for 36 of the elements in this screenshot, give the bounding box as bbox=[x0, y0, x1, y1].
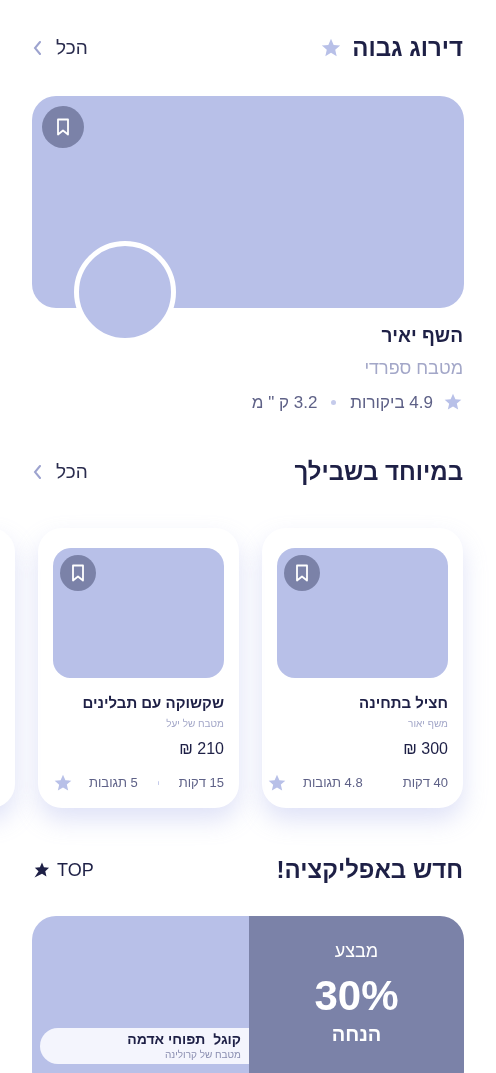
top-label: TOP bbox=[33, 856, 94, 884]
section-title: דירוג גבוה bbox=[352, 33, 463, 63]
chevron-left-icon bbox=[33, 465, 42, 479]
chef-label: מטבח של יעל bbox=[165, 717, 224, 731]
section-title: חדש באפליקציה! bbox=[276, 855, 463, 885]
section-title: במיוחד בשבילך bbox=[294, 457, 463, 487]
time-text: 15 דקות bbox=[178, 774, 224, 793]
dot-separator bbox=[331, 399, 337, 405]
star-icon bbox=[320, 37, 343, 59]
star-icon bbox=[267, 773, 287, 793]
star-icon bbox=[33, 861, 51, 879]
see-all-link[interactable]: הכל bbox=[33, 33, 88, 63]
discount-caption: הנחה bbox=[331, 1022, 382, 1047]
discount-percent: 30% bbox=[314, 975, 399, 1017]
distance-text: 3.2 ק " מ bbox=[251, 391, 318, 414]
dish-name: חציל בתחינה bbox=[358, 692, 448, 713]
time-text: 40 דקות bbox=[402, 774, 448, 793]
see-all-link[interactable]: הכל bbox=[33, 457, 88, 487]
chef-name: השף יאיר bbox=[380, 324, 463, 348]
dish-name: שקשוקה עם תבלינים bbox=[81, 692, 224, 713]
bookmark-icon bbox=[294, 564, 310, 582]
bookmark-icon bbox=[55, 118, 71, 136]
chef-label: משף יאור bbox=[407, 717, 448, 731]
dot-separator bbox=[157, 781, 159, 785]
chevron-left-icon bbox=[33, 41, 42, 55]
promo-label: מבצע bbox=[334, 940, 379, 963]
cuisine-label: מטבח ספרדי bbox=[363, 356, 463, 380]
star-icon bbox=[53, 773, 73, 793]
dish-name: קוגל תפוחי אדמה bbox=[127, 1031, 241, 1049]
price: 210 ₪ bbox=[178, 739, 224, 759]
reviews-text: 5 תגובות bbox=[89, 774, 138, 793]
reviews-text: 4.8 תגובות bbox=[303, 774, 363, 793]
price: 300 ₪ bbox=[402, 739, 448, 759]
bookmark-icon bbox=[70, 564, 86, 582]
chef-label: מטבח של קרולינה bbox=[164, 1048, 241, 1061]
rating-text: 4.9 ביקורות bbox=[350, 391, 433, 414]
